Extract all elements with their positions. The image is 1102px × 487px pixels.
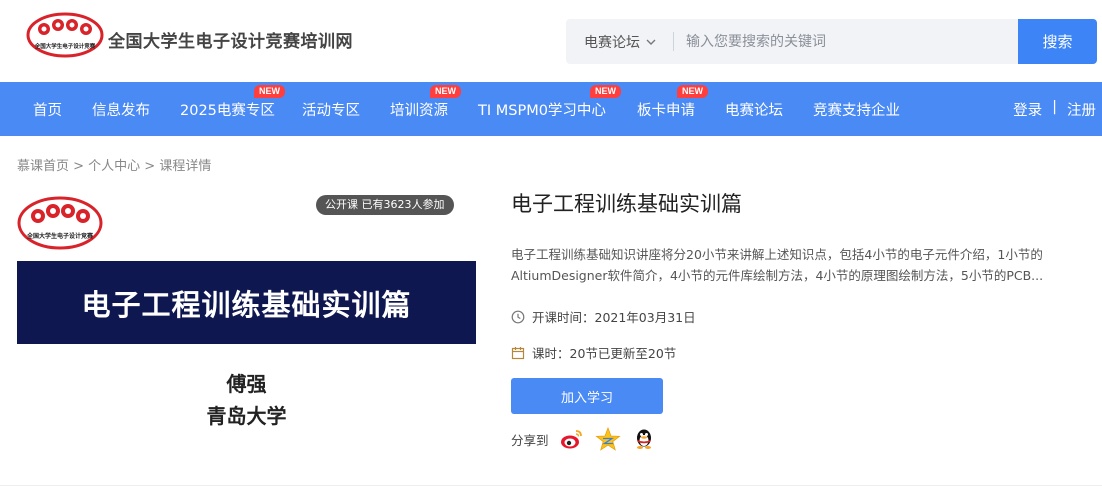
cover-logo-text: 全国大学生电子设计竞赛 [26,232,94,240]
nav-item-label: 电赛论坛 [725,103,783,119]
nav-item-board-apply[interactable]: 板卡申请 NEW [637,85,708,120]
nav-item-label: 2025电赛专区 [180,103,275,119]
login-link[interactable]: 登录 [1013,99,1042,120]
course-participants-badge: 公开课 已有3623人参加 [316,195,454,215]
join-course-button[interactable]: 加入学习 [511,378,663,414]
nav-item-sponsors[interactable]: 竞赛支持企业 [813,99,900,120]
lessons-text: 课时：20节已更新至20节 [532,346,677,361]
nav-item-label: 信息发布 [92,103,150,119]
breadcrumb[interactable]: 慕课首页 > 个人中心 > 课程详情 [17,155,211,174]
divider [0,485,1102,486]
search-category-label: 电赛论坛 [584,35,640,51]
cover-logo: 全国大学生电子设计竞赛 [17,196,103,250]
cover-title-band: 电子工程训练基础实训篇 [17,261,476,344]
logo-text: 全国大学生电子设计竞赛 [34,42,96,50]
cover-school: 青岛大学 [206,404,287,428]
course-start-time: 开课时间：2021年03月31日 [511,307,696,326]
share-label: 分享到 [511,432,549,448]
course-cover: 全国大学生电子设计竞赛 公开课 已有3623人参加 电子工程训练基础实训篇 傅强… [17,190,476,450]
clock-icon [511,310,525,323]
share-bar: 分享到 [511,426,657,452]
search-box: 电赛论坛 [566,19,1019,64]
nav-item-activities[interactable]: 活动专区 [302,99,360,120]
course-lessons: 课时：20节已更新至20节 [511,343,676,362]
nav-item-label: TI MSPM0学习中心 [478,103,606,119]
nav-item-home[interactable]: 首页 [33,99,62,120]
weibo-icon[interactable] [559,426,585,452]
nav-item-label: 培训资源 [390,103,448,119]
new-badge: NEW [677,85,708,98]
qq-penguin-icon[interactable] [631,426,657,452]
nav-item-label: 板卡申请 [637,103,695,119]
site-name[interactable]: 全国大学生电子设计竞赛培训网 [108,27,353,52]
auth-separator: | [1052,99,1057,115]
nav-item-label: 首页 [33,103,62,119]
nav-item-forum[interactable]: 电赛论坛 [725,99,783,120]
qzone-star-icon[interactable] [594,426,621,452]
calendar-icon [511,346,525,359]
chevron-down-icon [646,39,656,45]
search-category-dropdown[interactable]: 电赛论坛 [584,32,656,52]
main-nav: 首页 信息发布 2025电赛专区 NEW 活动专区 培训资源 NEW TI MSPM… [0,82,1102,136]
course-title: 电子工程训练基础实训篇 [511,192,742,216]
course-description: 电子工程训练基础知识讲座将分20小节来讲解上述知识点，包括4小节的电子元件介绍，… [511,247,1044,283]
nav-item-news[interactable]: 信息发布 [92,99,150,120]
search-input[interactable] [686,30,1006,53]
register-link[interactable]: 注册 [1067,99,1096,120]
cover-title: 电子工程训练基础实训篇 [81,287,412,322]
nav-item-2025-zone[interactable]: 2025电赛专区 NEW [180,85,285,120]
site-logo[interactable]: 全国大学生电子设计竞赛 [26,12,104,58]
auth-links: 登录 | 注册 [1013,99,1096,120]
header: 全国大学生电子设计竞赛 全国大学生电子设计竞赛培训网 电赛论坛 搜索 [0,0,1102,82]
nav-item-training[interactable]: 培训资源 NEW [390,85,461,120]
new-badge: NEW [590,85,621,98]
start-time-text: 开课时间：2021年03月31日 [532,310,696,325]
cover-author: 傅强 [226,372,267,396]
new-badge: NEW [254,85,285,98]
search-button[interactable]: 搜索 [1018,19,1097,64]
nav-item-label: 活动专区 [302,103,360,119]
search-divider [673,32,674,51]
nav-item-ti-mspm0[interactable]: TI MSPM0学习中心 NEW [478,85,621,120]
nav-item-label: 竞赛支持企业 [813,103,900,119]
new-badge: NEW [430,85,461,98]
